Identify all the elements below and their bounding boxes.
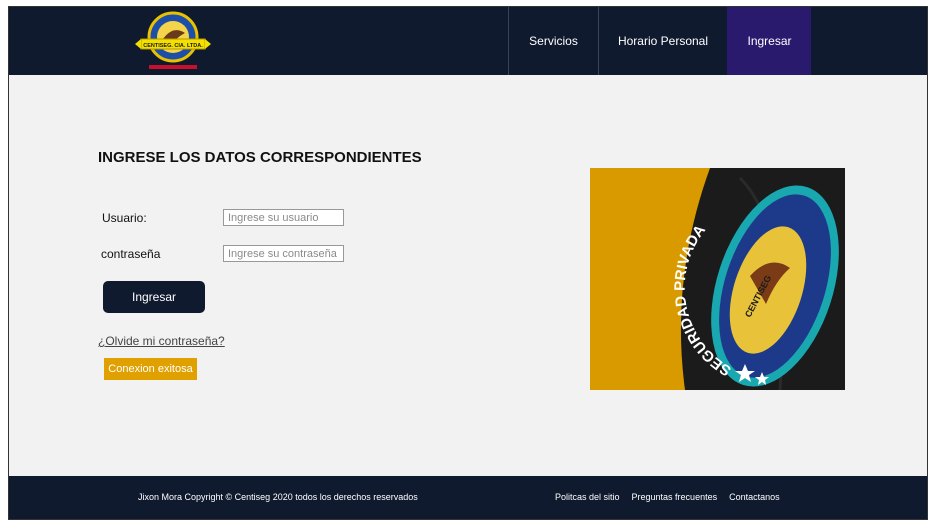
security-patch-image: SEGURIDAD PRIVADA CENTISEG [590, 168, 845, 391]
footer-links: Politcas del sitio Preguntas frecuentes … [555, 492, 780, 502]
page-frame: CENTISEG. CIA. LTDA. Servicios Horario P… [8, 6, 928, 520]
nav-item-label: Horario Personal [617, 34, 709, 48]
password-input[interactable] [223, 245, 344, 262]
main-nav: Servicios Horario Personal Ingresar [508, 7, 811, 75]
nav-item-ingresar[interactable]: Ingresar [727, 7, 811, 75]
site-footer: Jixon Mora Copyright © Centiseg 2020 tod… [9, 476, 927, 519]
username-input[interactable] [223, 209, 344, 226]
nav-item-label: Servicios [529, 34, 578, 48]
site-header: CENTISEG. CIA. LTDA. Servicios Horario P… [9, 7, 927, 75]
password-label: contraseña [101, 247, 161, 261]
forgot-password-link[interactable]: ¿Olvide mi contraseña? [98, 334, 225, 348]
company-logo[interactable]: CENTISEG. CIA. LTDA. [133, 9, 213, 73]
nav-item-horario-personal[interactable]: Horario Personal [598, 7, 727, 75]
username-label: Usuario: [102, 211, 147, 225]
footer-link-politicas[interactable]: Politcas del sitio [555, 492, 620, 502]
logo-emblem-icon: CENTISEG. CIA. LTDA. [135, 11, 211, 69]
footer-link-contactanos[interactable]: Contactanos [729, 492, 780, 502]
copyright-text: Jixon Mora Copyright © Centiseg 2020 tod… [138, 492, 418, 502]
logo-text: CENTISEG. CIA. LTDA. [143, 43, 203, 49]
status-badge: Conexion exitosa [104, 358, 197, 380]
login-title: INGRESE LOS DATOS CORRESPONDIENTES [98, 149, 422, 166]
footer-link-preguntas[interactable]: Preguntas frecuentes [632, 492, 718, 502]
login-button[interactable]: Ingresar [103, 281, 205, 313]
nav-item-servicios[interactable]: Servicios [508, 7, 598, 75]
hero-image: SEGURIDAD PRIVADA CENTISEG [590, 168, 845, 391]
nav-item-label: Ingresar [747, 34, 792, 48]
